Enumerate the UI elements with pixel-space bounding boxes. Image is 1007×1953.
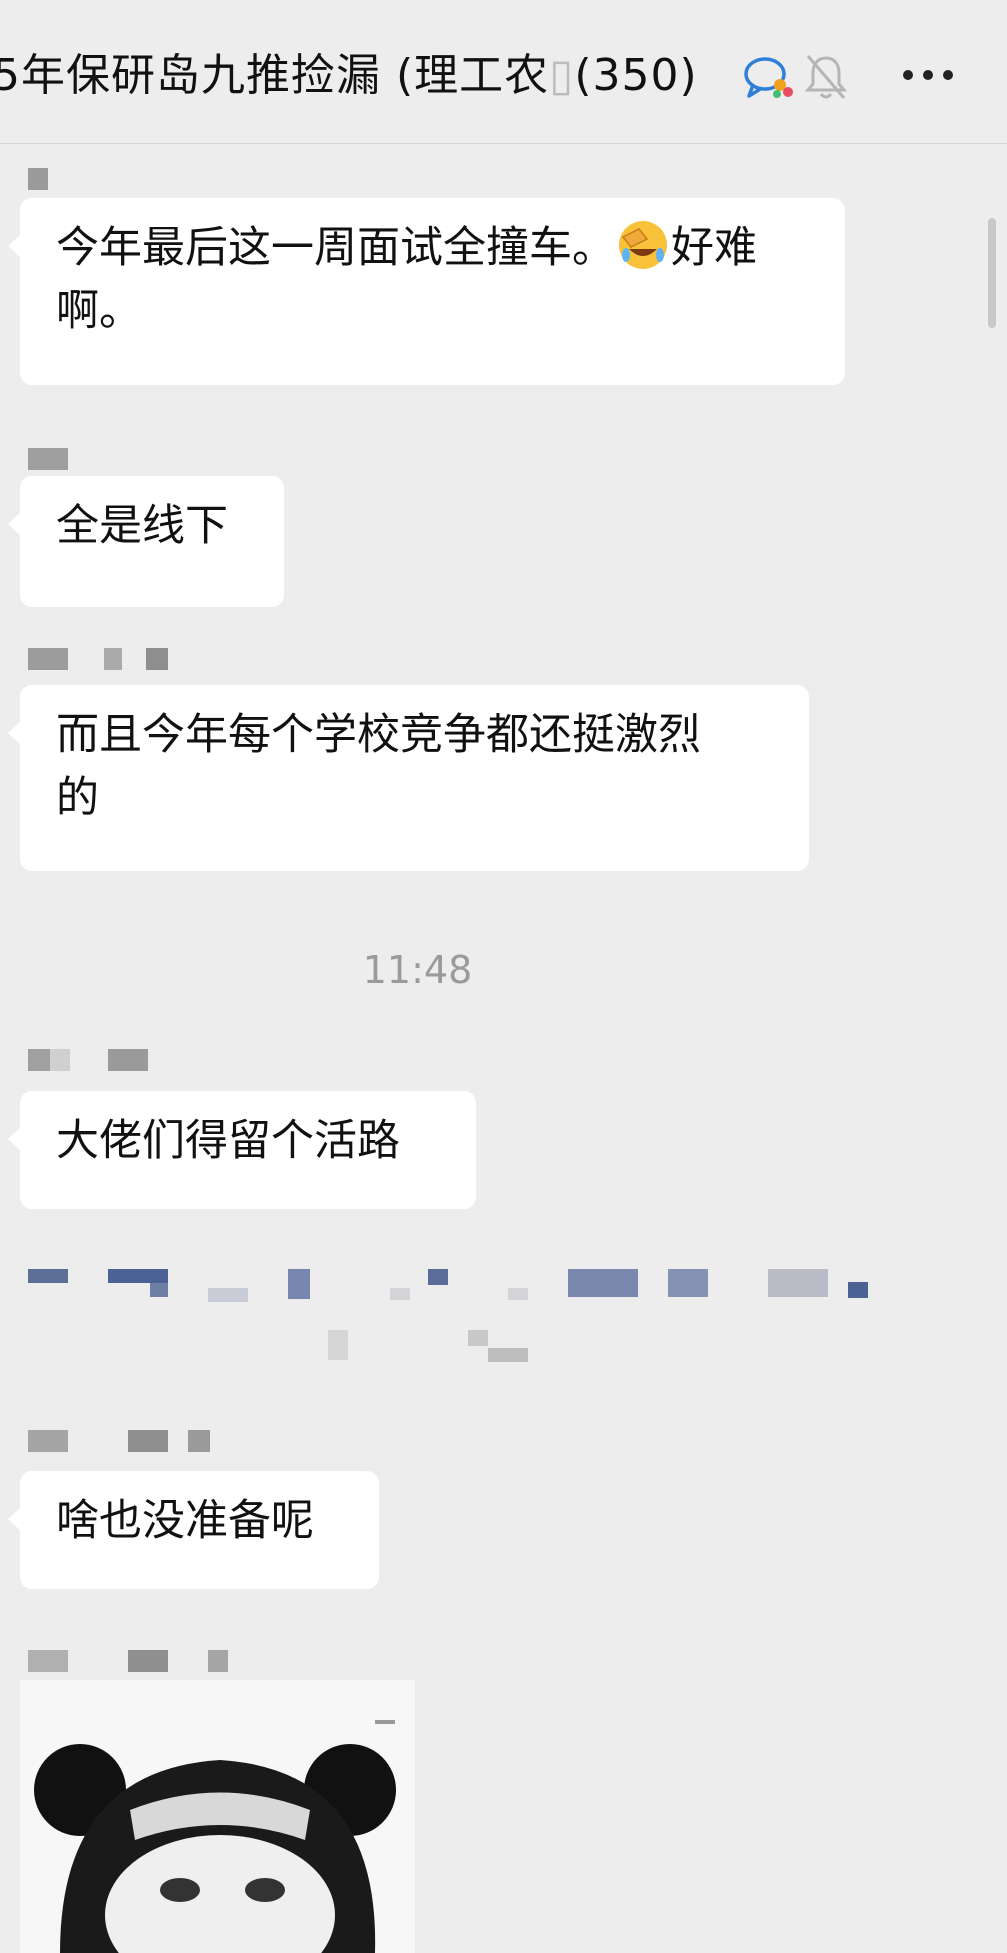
panda-face-sticker-icon	[20, 1680, 415, 1953]
timestamp: 11:48	[362, 948, 473, 992]
message-text-line2: 的	[56, 773, 99, 823]
sticker-image[interactable]	[20, 1680, 415, 1953]
message-bubble[interactable]: 今年最后这一周面试全撞车。 好难 啊。	[8, 198, 845, 385]
mute-bell-icon[interactable]	[802, 52, 850, 102]
message-text: 今年最后这一周面试全撞车。	[56, 223, 615, 273]
member-count: (350)	[574, 50, 698, 101]
message-text: 而且今年每个学校竞争都还挺激烈	[56, 710, 701, 760]
group-name: 5年保研岛九推捡漏 (理工农	[0, 50, 550, 101]
message-bubble[interactable]: 大佬们得留个活路	[8, 1091, 476, 1209]
message-bubble[interactable]: 啥也没准备呢	[8, 1471, 379, 1589]
message-text: 啥也没准备呢	[56, 1496, 314, 1546]
message-bubble[interactable]: 全是线下	[8, 476, 284, 607]
group-title[interactable]: 5年保研岛九推捡漏 (理工农▯(350)	[0, 44, 698, 108]
message-text: 全是线下	[56, 501, 228, 551]
more-icon[interactable]	[900, 60, 956, 90]
system-notice-pixelated	[0, 1262, 900, 1372]
message-text-tail: 好难	[671, 223, 757, 273]
message-text: 大佬们得留个活路	[56, 1116, 400, 1166]
chat-bubble-icon	[744, 57, 793, 98]
message-bubble[interactable]: 而且今年每个学校竞争都还挺激烈 的	[8, 685, 809, 871]
chat-header: 5年保研岛九推捡漏 (理工农▯(350)	[0, 0, 1007, 144]
scrollbar[interactable]	[988, 218, 996, 328]
message-text-line2: 啊。	[56, 286, 142, 336]
facepalm-laugh-emoji	[619, 221, 667, 269]
